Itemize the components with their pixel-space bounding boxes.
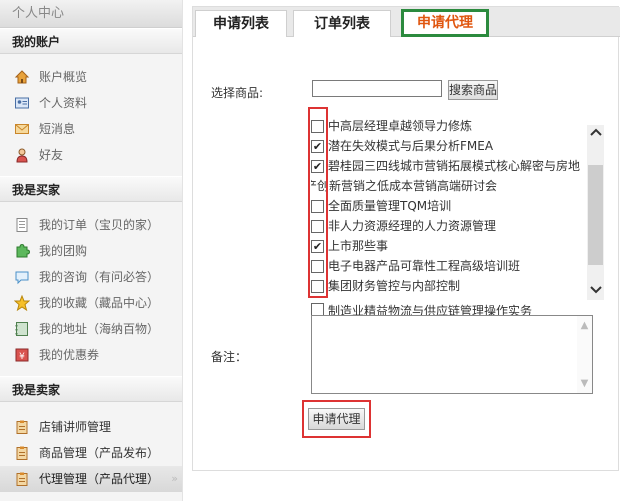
list-item[interactable]: ✔ 潜在失效模式与后果分析FMEA (311, 139, 587, 155)
sidebar-item-label: 短消息 (39, 122, 76, 136)
scrollbar-thumb[interactable] (588, 165, 603, 265)
clipboard-icon (14, 419, 30, 435)
sidebar-item-label: 我的优惠券 (39, 348, 100, 362)
remark-scrollbar[interactable]: ▲ ▼ (577, 316, 592, 393)
sidebar-item-label: 我的订单（宝贝的家） (39, 218, 160, 232)
section-buyer: 我是买家 (0, 176, 182, 202)
section-seller: 我是卖家 (0, 376, 182, 402)
sidebar-item-label: 账户概览 (39, 70, 88, 84)
list-item[interactable]: 电子电器产品可靠性工程高级培训班 (311, 259, 587, 275)
sidebar-item-profile[interactable]: 个人资料 (0, 90, 182, 116)
user-icon (14, 147, 30, 163)
sidebar-item-account-overview[interactable]: 账户概览 (0, 64, 182, 90)
chevron-right-icon: » (171, 472, 178, 485)
house-icon (14, 69, 30, 85)
id-card-icon (14, 95, 30, 111)
svg-text:¥: ¥ (19, 352, 25, 362)
envelope-icon (14, 121, 30, 137)
chevron-up-icon[interactable]: ▲ (577, 320, 592, 331)
apply-button-highlight: 申请代理 (302, 400, 371, 438)
list-item[interactable]: 集团财务管控与内部控制 (311, 279, 587, 295)
sidebar-item-agent-management[interactable]: 代理管理（产品代理） » (0, 466, 182, 492)
remark-textarea[interactable]: ▲ ▼ (311, 315, 593, 394)
sidebar-item-product-management[interactable]: 商品管理（产品发布） (0, 440, 182, 466)
checkbox-highlight-box (308, 107, 328, 298)
tab-order-list[interactable]: 订单列表 (293, 10, 391, 37)
chevron-down-icon[interactable]: ▼ (577, 378, 592, 389)
sidebar-item-label: 我的咨询（有问必答） (39, 270, 160, 284)
section-my-account: 我的账户 (0, 28, 182, 54)
search-product-button[interactable]: 搜索商品 (448, 80, 498, 100)
sidebar-item-inquiries[interactable]: 我的咨询（有问必答） (0, 264, 182, 290)
list-item[interactable]: 非人力资源经理的人力资源管理 (311, 219, 587, 235)
list-item-continuation: 产创新营销之低成本营销高端研讨会 (311, 179, 498, 193)
apply-agent-button[interactable]: 申请代理 (308, 408, 365, 430)
list-item[interactable]: ✔ 上市那些事 (311, 239, 587, 255)
sidebar-item-favorites[interactable]: 我的收藏（藏品中心） (0, 290, 182, 316)
coupon-icon: ¥ (14, 347, 30, 363)
clipboard-icon (14, 445, 30, 461)
list-item[interactable]: 中高层经理卓越领导力修炼 (311, 119, 587, 135)
product-search-input[interactable] (312, 80, 442, 97)
sidebar-item-label: 商品管理（产品发布） (39, 446, 160, 460)
sidebar-item-shop-lecturers[interactable]: 店铺讲师管理 (0, 414, 182, 440)
select-product-label: 选择商品: (211, 86, 264, 100)
clipboard-icon (14, 471, 30, 487)
chevron-down-icon[interactable] (587, 283, 604, 300)
puzzle-icon (14, 243, 30, 259)
sidebar-item-label: 个人资料 (39, 96, 88, 110)
sidebar-item-label: 我的团购 (39, 244, 88, 258)
list-item[interactable]: 全面质量管理TQM培训 (311, 199, 587, 215)
address-book-icon (14, 321, 30, 337)
sidebar-item-coupons[interactable]: ¥ 我的优惠券 (0, 342, 182, 368)
document-icon (14, 217, 30, 233)
remark-label: 备注： (211, 350, 248, 364)
sidebar-title: 个人中心 (0, 0, 182, 28)
tab-bar: 申请列表 订单列表 申请代理 (193, 7, 620, 37)
product-list-scrollbar[interactable] (587, 125, 604, 300)
product-list: 中高层经理卓越领导力修炼 ✔ 潜在失效模式与后果分析FMEA ✔ 碧桂园三四线城… (311, 107, 607, 301)
sidebar-item-label: 我的收藏（藏品中心） (39, 296, 160, 310)
chat-icon (14, 269, 30, 285)
tab-application-list[interactable]: 申请列表 (195, 10, 287, 37)
sidebar-item-group-buy[interactable]: 我的团购 (0, 238, 182, 264)
sidebar-item-label: 代理管理（产品代理） (39, 472, 160, 486)
sidebar-item-addresses[interactable]: 我的地址（海纳百物） (0, 316, 182, 342)
sidebar: 个人中心 我的账户 账户概览 个人资料 短消息 好友 我是买家 我的订单（宝贝的… (0, 0, 183, 501)
star-icon (14, 295, 30, 311)
sidebar-item-label: 我的地址（海纳百物） (39, 322, 160, 336)
list-item[interactable]: ✔ 碧桂园三四线城市营销拓展模式核心解密与房地 (311, 159, 587, 175)
main-panel: 申请列表 订单列表 申请代理 选择商品: 搜索商品 中高层经理卓越领导力修炼 ✔… (192, 6, 620, 471)
sidebar-item-label: 好友 (39, 148, 64, 162)
sidebar-item-messages[interactable]: 短消息 (0, 116, 182, 142)
chevron-up-icon[interactable] (587, 125, 604, 142)
sidebar-item-label: 店铺讲师管理 (39, 420, 112, 434)
sidebar-item-my-orders[interactable]: 我的订单（宝贝的家） (0, 212, 182, 238)
sidebar-item-friends[interactable]: 好友 (0, 142, 182, 168)
tab-apply-agent[interactable]: 申请代理 (401, 9, 489, 37)
